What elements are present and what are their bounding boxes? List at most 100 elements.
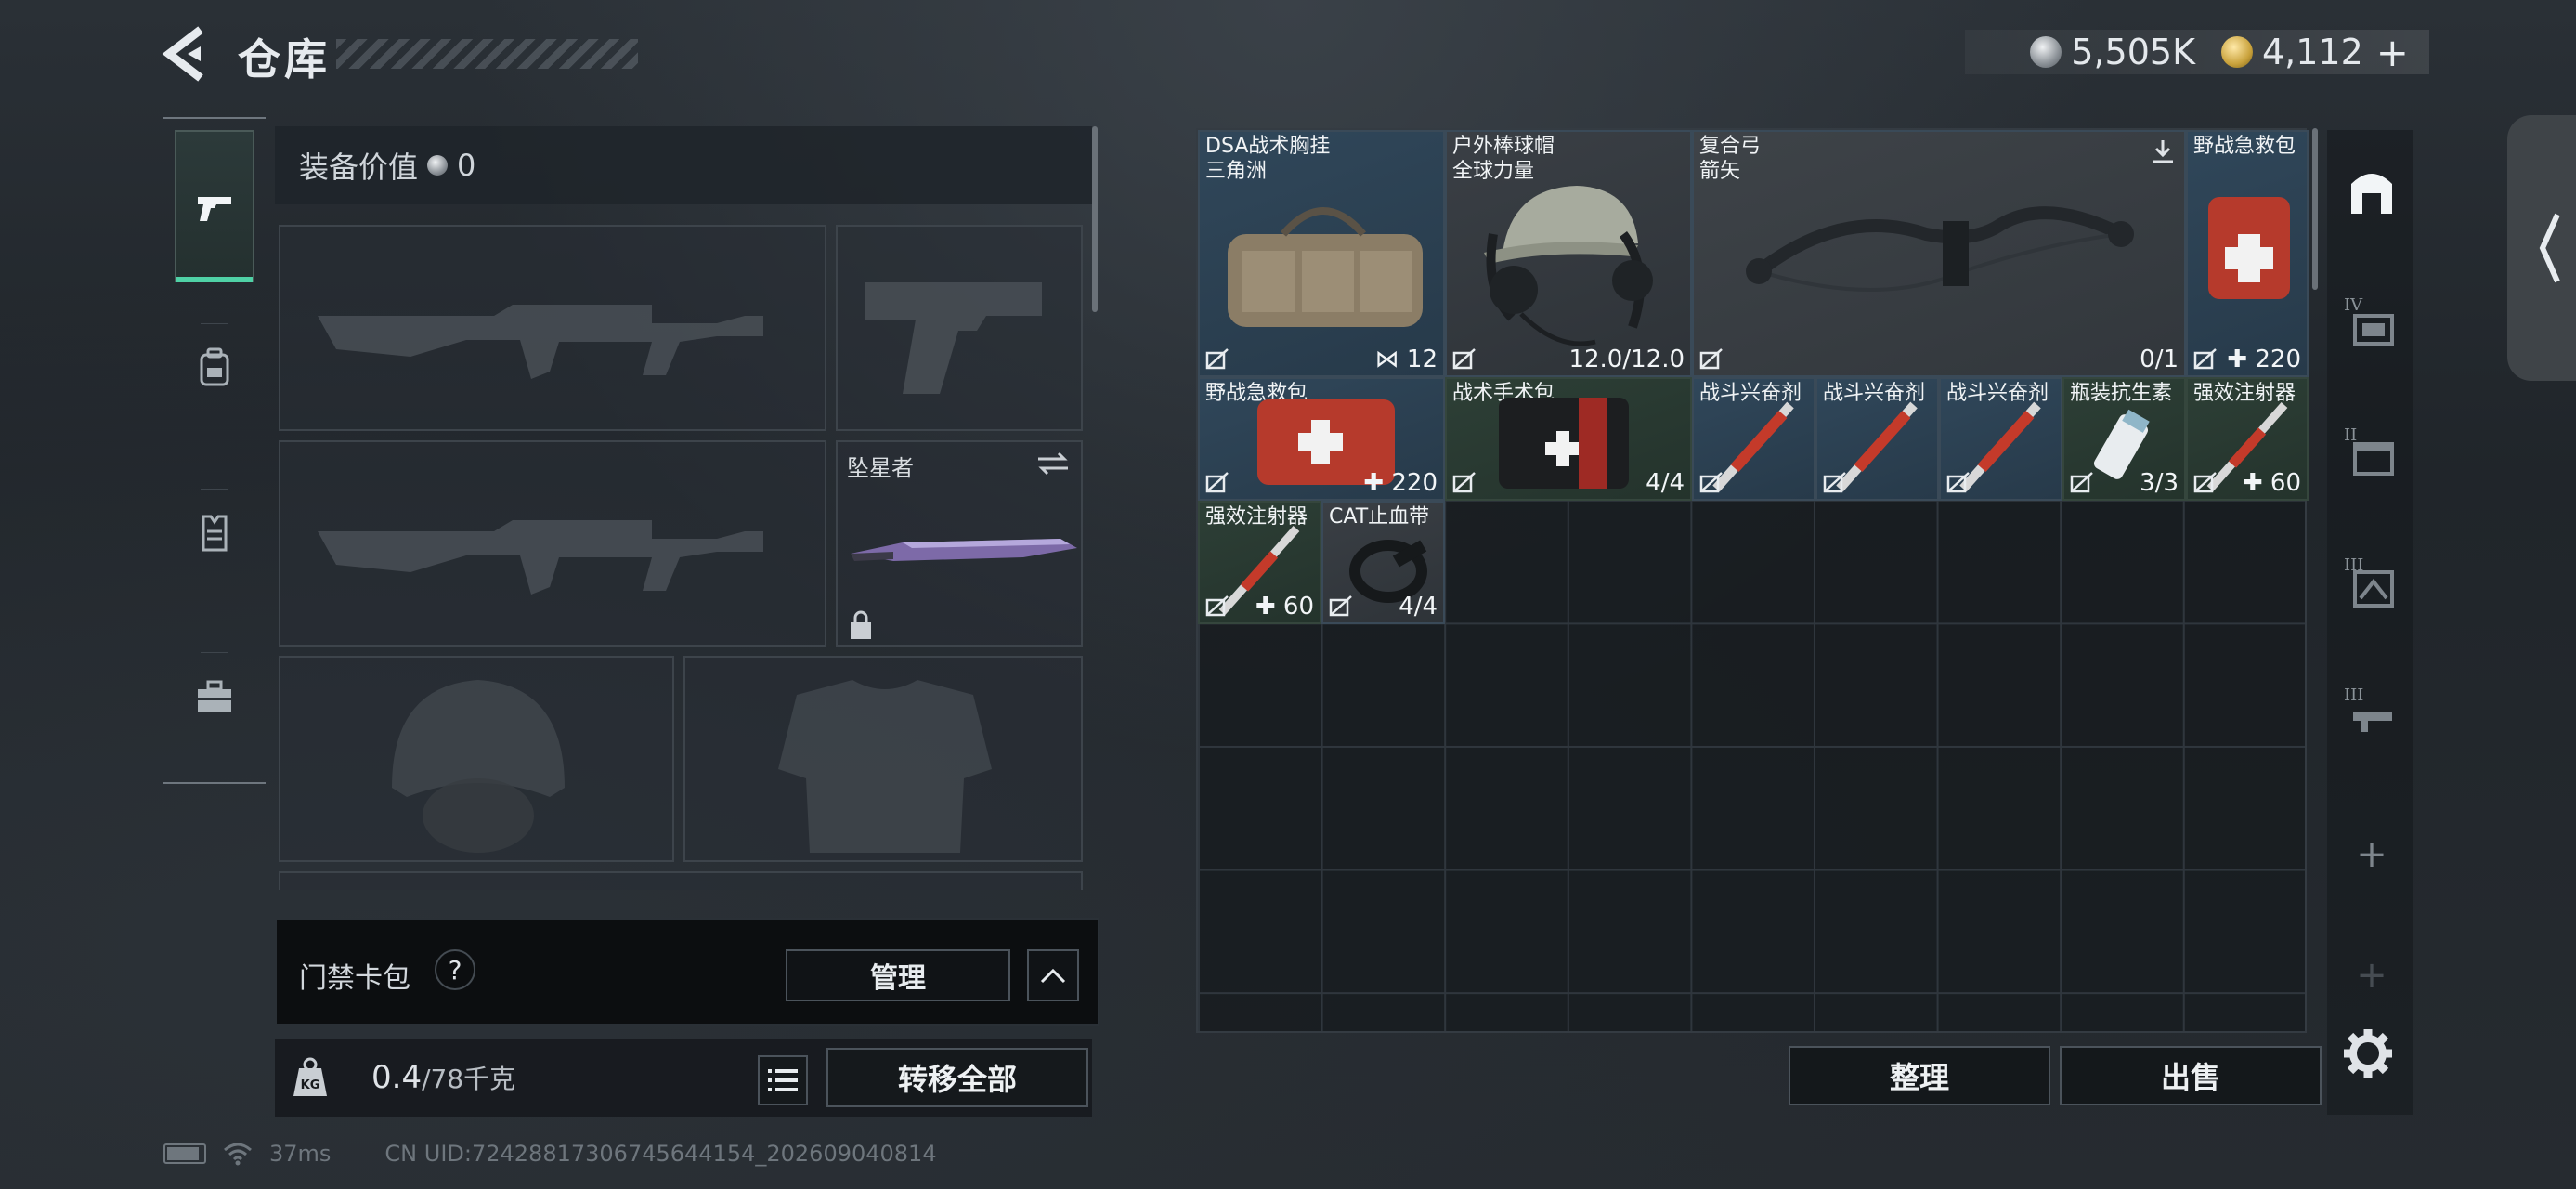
stash-item[interactable]: 强效注射器 ✚ 60 [1198,501,1321,624]
stash-scrollbar[interactable] [2312,128,2318,290]
back-button[interactable] [160,24,219,84]
item-count: ✚ 60 [2243,469,2301,497]
stash-item[interactable]: 战斗兴奋剂 [1815,377,1939,501]
weight-capacity: /78千克 [422,1064,516,1094]
compound-bow-icon [1746,206,2134,292]
stash-tab-3b[interactable]: III [2344,686,2400,743]
secondary-weapon-slot[interactable] [836,225,1083,431]
left-category-nav [163,117,266,786]
wifi-icon [224,1143,252,1166]
side-drawer-handle[interactable] [2507,115,2576,381]
user-uid: CN UID:7242881730674564415​4_20260904081… [384,1141,937,1167]
stash-item[interactable]: 战斗兴奋剂 [1692,377,1815,501]
nav-toolbox[interactable] [175,621,254,773]
stash-tabs: IV II III III + + [2327,130,2413,1115]
not-inspected-icon [1823,472,1846,493]
gold-currency: 4,112 + [2221,30,2409,75]
not-inspected-icon [1205,348,1229,370]
loadout-scrollbar[interactable] [1092,126,1098,312]
item-count: 0/1 [2140,346,2179,373]
stack-icon: ⋈ [1374,346,1407,373]
stash-item[interactable]: 强效注射器 ✚ 60 [2186,377,2309,501]
stash-tab-main[interactable] [2344,165,2400,221]
not-inspected-icon [2193,472,2217,493]
heal-plus-icon: ✚ [1255,593,1283,621]
stash-item[interactable]: CAT止血带 4/4 [1321,501,1445,624]
sell-button[interactable]: 出售 [2060,1046,2322,1105]
nav-weapons[interactable] [175,130,254,282]
item-count: 4/4 [1399,593,1438,621]
kg-label: KG [301,1078,320,1092]
stash-item[interactable]: 战术手术包 4/4 [1445,377,1692,501]
silver-currency: 5,505K [2030,32,2195,72]
stash-item[interactable]: DSA战术胸挂 三角洲 ⋈ 12 [1198,130,1445,377]
item-count: 3/3 [2140,469,2179,497]
stash-item[interactable]: 野战急救包 ✚ 220 [1198,377,1445,501]
pistol-icon [198,197,231,221]
collapse-button[interactable] [1027,949,1079,1001]
nav-vest[interactable] [175,457,254,609]
melee-weapon-slot[interactable]: 坠星者 [836,440,1083,647]
keycard-bar: 门禁卡包 ? 管理 [275,918,1099,1026]
gear-icon [2344,1029,2392,1078]
helmet-slot[interactable] [279,656,674,862]
title-stripe-decoration [336,39,638,69]
item-count: ✚ 220 [2227,346,2301,373]
stash-item[interactable]: 户外棒球帽 全球力量 12.0/12.0 [1445,130,1692,377]
gold-coin-icon [2221,36,2253,68]
keycard-help-button[interactable]: ? [435,949,475,990]
add-stash-tab-button-disabled: + [2356,954,2387,997]
loadout-value-amount: 0 [457,148,476,183]
vault-icon [2351,174,2392,214]
currency-bar: 5,505K 4,112 + [1965,30,2429,75]
list-view-button[interactable] [758,1055,808,1105]
page-title: 仓库 [238,34,331,85]
stash-tab-3[interactable]: III [2344,555,2400,613]
add-stash-tab-button[interactable]: + [2344,827,2400,882]
weight-readout: 0.4/78千克 [371,1059,515,1096]
armor-silhouette-icon [778,680,992,853]
weight-kg-icon: KG [293,1057,327,1096]
heal-plus-icon: ✚ [2242,469,2270,497]
back-arrow-icon [162,26,203,82]
not-inspected-icon [1205,472,1229,493]
stash-item[interactable]: 瓶装抗生素 3/3 [2062,377,2186,501]
tab-level-numeral: III [2344,686,2364,705]
stash-tab-2[interactable]: II [2344,425,2400,483]
vest-icon [202,515,228,552]
item-count: ⋈ 12 [1375,346,1438,373]
not-inspected-icon [1699,472,1723,493]
settings-button[interactable] [2340,1026,2396,1081]
sort-button[interactable]: 整理 [1789,1046,2050,1105]
heal-plus-icon: ✚ [1363,469,1392,497]
not-inspected-icon [1699,348,1723,370]
item-count: ✚ 220 [1363,469,1438,497]
not-inspected-icon [2193,348,2217,370]
chevron-up-icon [1040,968,1066,984]
baseball-cap-headset-icon [1484,186,1653,346]
not-inspected-icon [2070,472,2093,493]
weight-current: 0.4 [371,1059,423,1096]
manage-button[interactable]: 管理 [786,949,1010,1001]
not-inspected-icon [1452,348,1476,370]
tab-level-numeral: IV [2344,295,2363,315]
status-bar: 37ms CN UID:7242881730674564415​4_202609… [163,1135,937,1172]
stash-item[interactable]: 复合弓 箭矢 0/1 [1692,130,2186,377]
screen: 仓库 5,505K 4,112 + 装备价值 0 坠星者 门禁卡包 ? 管理 K… [0,0,2576,1189]
stash-item[interactable]: 战斗兴奋剂 [1939,377,2062,501]
transfer-all-button[interactable]: 转移全部 [826,1048,1088,1107]
second-primary-weapon-slot[interactable] [279,440,826,647]
nav-backpack[interactable] [175,292,254,444]
add-currency-button[interactable]: + [2376,30,2409,75]
keycard-label: 门禁卡包 [299,962,410,995]
item-count: 12.0/12.0 [1568,346,1685,373]
battery-icon [163,1143,206,1164]
not-inspected-icon [1452,472,1476,493]
rifle-silhouette-icon [318,520,763,594]
armor-slot[interactable] [683,656,1083,862]
stash-tab-4[interactable]: IV [2344,295,2400,353]
primary-weapon-slot[interactable] [279,225,826,431]
not-inspected-icon [1329,595,1352,617]
heal-plus-icon: ✚ [2227,346,2256,373]
stash-item[interactable]: 野战急救包 ✚ 220 [2186,130,2309,377]
